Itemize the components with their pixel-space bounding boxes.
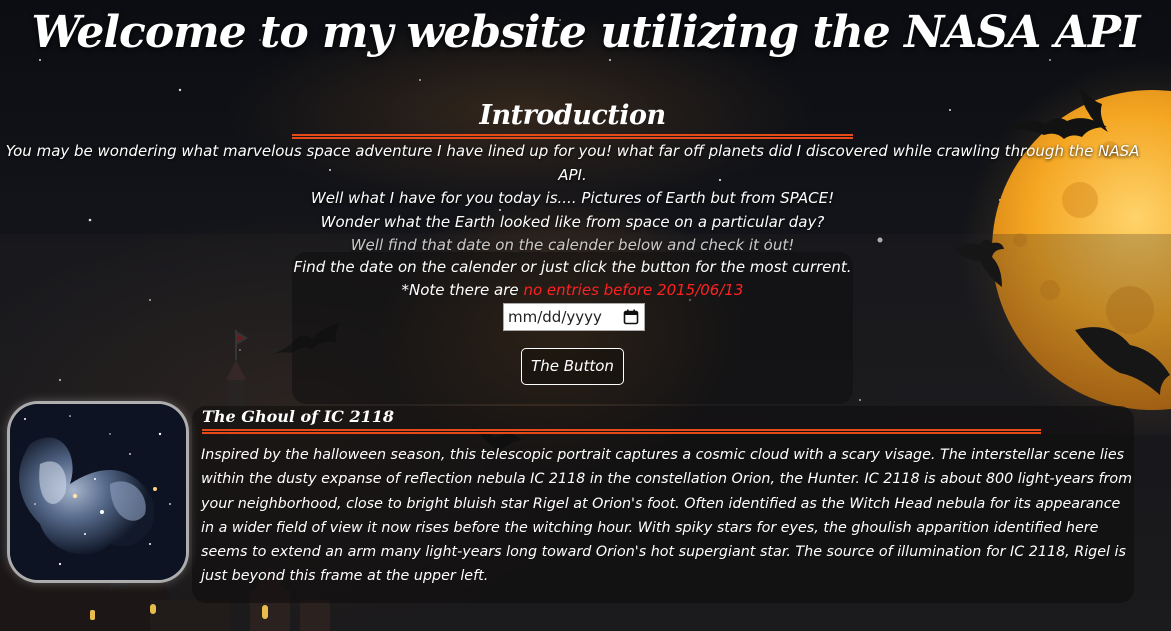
date-picker-text: Find the date on the calender or just cl… <box>292 256 853 302</box>
intro-heading: Introduction <box>479 100 666 131</box>
note-prefix: *Note there are <box>401 281 519 299</box>
apod-description: Inspired by the halloween season, this t… <box>201 447 1133 585</box>
date-input-placeholder: mm/dd/yyyy <box>508 308 602 326</box>
apod-title: The Ghoul of IC 2118 <box>202 407 394 426</box>
fetch-button[interactable]: The Button <box>521 348 624 385</box>
date-input[interactable]: mm/dd/yyyy <box>503 303 645 331</box>
intro-line: Well what I have for you today is.... Pi… <box>310 189 835 207</box>
apod-image <box>10 404 186 580</box>
calendar-icon[interactable] <box>623 309 639 325</box>
picker-instructions: Find the date on the calender or just cl… <box>293 258 852 276</box>
page-title: Welcome to my website utilizing the NASA… <box>31 7 1141 58</box>
page-content: Welcome to my website utilizing the NASA… <box>0 0 1171 631</box>
nebula-image <box>10 404 186 580</box>
intro-divider <box>292 134 853 139</box>
apod-divider <box>202 429 1041 434</box>
intro-line: You may be wondering what marvelous spac… <box>5 142 1140 184</box>
note-highlight: no entries before 2015/06/13 <box>523 281 744 299</box>
picker-note: *Note there are no entries before 2015/0… <box>292 279 853 302</box>
intro-line: Wonder what the Earth looked like from s… <box>320 212 825 231</box>
